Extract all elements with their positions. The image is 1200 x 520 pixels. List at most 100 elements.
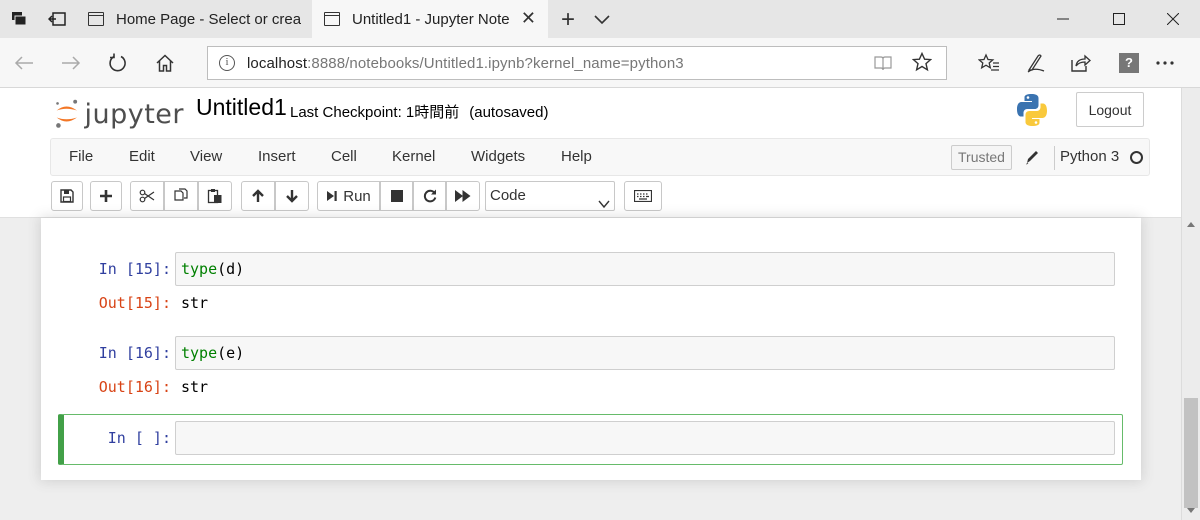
save-icon: [60, 189, 74, 203]
tab-untitled1[interactable]: Untitled1 - Jupyter Note ✕: [312, 0, 548, 38]
command-palette-button[interactable]: [624, 181, 662, 211]
paste-icon: [207, 189, 222, 204]
notebook-name[interactable]: Untitled1: [196, 94, 287, 121]
page-icon: [324, 12, 340, 26]
kernel-idle-indicator-icon: [1130, 151, 1143, 164]
url-host: localhost: [247, 54, 308, 72]
code-builtin: type: [181, 260, 218, 278]
maximize-icon[interactable]: [1092, 0, 1146, 38]
python-logo-icon: [1014, 92, 1050, 128]
pencil-icon[interactable]: [1024, 148, 1040, 166]
kernel-separator: [1054, 146, 1055, 170]
close-window-icon[interactable]: [1146, 0, 1200, 38]
code-cell-input-empty[interactable]: [175, 421, 1115, 455]
input-prompt: In [ ]:: [107, 429, 171, 447]
run-button[interactable]: Run: [317, 181, 380, 211]
insert-cell-button[interactable]: [90, 181, 122, 211]
menu-kernel[interactable]: Kernel: [392, 148, 435, 165]
logout-button[interactable]: Logout: [1076, 92, 1144, 127]
menu-help[interactable]: Help: [561, 148, 592, 165]
set-tabs-aside-icon[interactable]: [38, 0, 76, 38]
cell-type-value: Code: [490, 187, 526, 204]
jupyter-header: jupyter Untitled1 Last Checkpoint: 1時間前 (…: [0, 88, 1181, 218]
tab-home-page[interactable]: Home Page - Select or creat: [76, 0, 312, 38]
browser-nav-bar: i localhost:8888/notebooks/Untitled1.ipy…: [0, 38, 1200, 88]
menu-edit[interactable]: Edit: [129, 148, 155, 165]
autosave-status: (autosaved): [469, 104, 549, 121]
favorites-hub-icon[interactable]: [974, 48, 1004, 78]
output-prompt: Out[15]:: [98, 294, 171, 312]
fast-forward-icon: [455, 190, 471, 202]
menu-file[interactable]: File: [69, 148, 93, 165]
reading-view-icon[interactable]: [874, 55, 892, 71]
code-cell-input[interactable]: type(e): [175, 336, 1115, 370]
save-button[interactable]: [51, 181, 83, 211]
step-forward-icon: [327, 191, 337, 201]
back-arrow-icon[interactable]: [9, 48, 39, 78]
tab-title: Untitled1 - Jupyter Note: [352, 10, 510, 28]
new-tab-icon[interactable]: +: [556, 6, 580, 34]
url-rest: :8888/notebooks/Untitled1.ipynb?kernel_n…: [307, 54, 684, 72]
help-icon[interactable]: ?: [1119, 53, 1139, 73]
input-prompt: In [15]:: [98, 260, 171, 278]
forward-arrow-icon[interactable]: [56, 48, 86, 78]
page-scrollbar[interactable]: [1181, 88, 1200, 520]
restart-run-all-button[interactable]: [446, 181, 480, 211]
move-up-button[interactable]: [241, 181, 275, 211]
cell-output: str: [181, 294, 209, 312]
more-options-icon[interactable]: [1150, 48, 1180, 78]
notebook-area: In [15]: type(d) Out[15]: str In [16]: t…: [0, 218, 1181, 520]
jupyter-wordmark: jupyter: [84, 98, 184, 130]
paste-button[interactable]: [198, 181, 232, 211]
scroll-down-icon[interactable]: [1187, 508, 1195, 513]
cell-output: str: [181, 378, 209, 396]
scroll-up-icon[interactable]: [1187, 222, 1195, 227]
checkpoint-text: Last Checkpoint: 1時間前: [290, 104, 460, 121]
site-info-icon[interactable]: i: [219, 55, 235, 71]
copy-icon: [174, 188, 188, 201]
menu-bar: File Edit View Insert Cell Kernel Widget…: [50, 138, 1150, 176]
minimize-icon[interactable]: [1036, 0, 1090, 38]
stop-icon: [390, 190, 403, 202]
jupyter-logo-icon: [56, 99, 78, 128]
chevron-down-icon[interactable]: [592, 10, 612, 28]
cut-button[interactable]: [130, 181, 164, 211]
favorite-star-icon[interactable]: [911, 51, 933, 78]
cell-type-select[interactable]: Code: [485, 181, 615, 211]
url-text: localhost:8888/notebooks/Untitled1.ipynb…: [247, 55, 684, 72]
web-note-pen-icon[interactable]: [1021, 48, 1051, 78]
input-prompt: In [16]:: [98, 344, 171, 362]
plus-icon: [100, 190, 112, 202]
tab-actions-icon[interactable]: [0, 0, 38, 38]
menu-insert[interactable]: Insert: [258, 148, 296, 165]
address-bar[interactable]: i localhost:8888/notebooks/Untitled1.ipy…: [207, 46, 947, 80]
scrollbar-thumb[interactable]: [1184, 398, 1198, 508]
refresh-icon[interactable]: [103, 48, 133, 78]
jupyter-logo[interactable]: jupyter: [54, 96, 184, 132]
browser-tab-strip: Home Page - Select or creat Untitled1 - …: [0, 0, 1200, 38]
share-icon[interactable]: [1066, 48, 1096, 78]
move-down-button[interactable]: [275, 181, 309, 211]
menu-view[interactable]: View: [190, 148, 222, 165]
notebook-container: In [15]: type(d) Out[15]: str In [16]: t…: [41, 218, 1141, 480]
trusted-indicator[interactable]: Trusted: [951, 145, 1012, 170]
checkpoint-status: Last Checkpoint: 1時間前 (autosaved): [290, 101, 548, 122]
interrupt-kernel-button[interactable]: [380, 181, 413, 211]
kernel-name: Python 3: [1060, 148, 1120, 165]
code-args: (d): [217, 260, 245, 278]
tab-title: Home Page - Select or creat: [116, 10, 301, 28]
output-prompt: Out[16]:: [98, 378, 171, 396]
code-cell-input[interactable]: type(d): [175, 252, 1115, 286]
arrow-up-icon: [252, 189, 264, 202]
code-builtin: type: [181, 344, 218, 362]
restart-icon: [423, 189, 436, 203]
menu-widgets[interactable]: Widgets: [471, 148, 525, 165]
restart-kernel-button[interactable]: [413, 181, 446, 211]
chevron-down-icon: [598, 191, 610, 209]
home-icon[interactable]: [150, 48, 180, 78]
close-tab-icon[interactable]: ✕: [521, 9, 536, 27]
menu-cell[interactable]: Cell: [331, 148, 357, 165]
copy-button[interactable]: [164, 181, 198, 211]
scissors-icon: [139, 189, 155, 203]
code-args: (e): [217, 344, 245, 362]
